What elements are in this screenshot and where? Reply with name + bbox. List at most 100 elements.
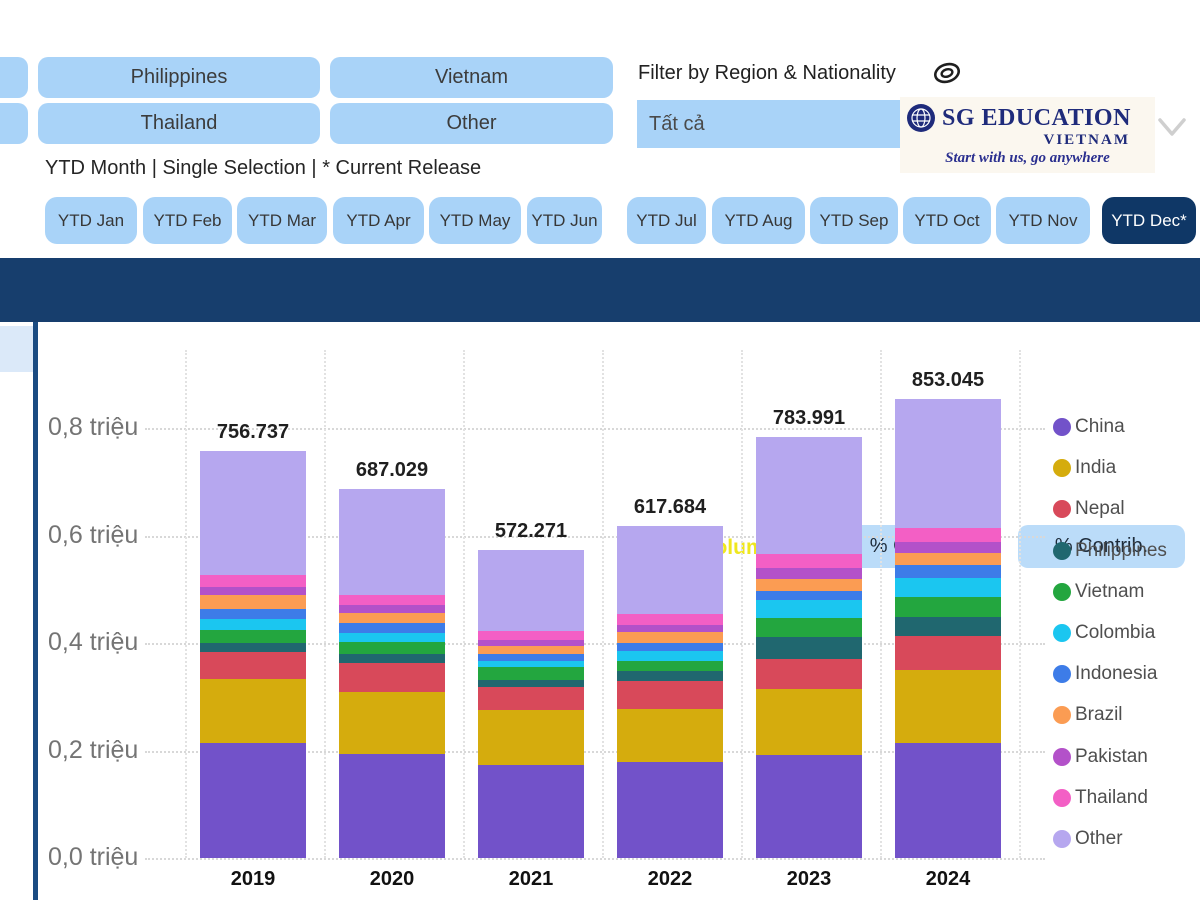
bar-segment-vietnam-2019[interactable]	[200, 629, 306, 643]
bar-segment-colombia-2024[interactable]	[895, 578, 1001, 597]
region-button-vietnam[interactable]: Vietnam	[330, 57, 613, 98]
month-button-ytd-jun[interactable]: YTD Jun	[527, 197, 602, 244]
bar-segment-pakistan-2022[interactable]	[617, 625, 723, 632]
bar-segment-other-2024[interactable]	[895, 399, 1001, 529]
bar-segment-other-2019[interactable]	[200, 451, 306, 576]
bar-segment-china-2024[interactable]	[895, 742, 1001, 858]
bar-segment-china-2021[interactable]	[478, 765, 584, 858]
month-button-ytd-dec[interactable]: YTD Dec*	[1102, 197, 1196, 244]
bar-segment-philippines-2023[interactable]	[756, 637, 862, 660]
legend-item-colombia[interactable]: Colombia	[1053, 621, 1155, 645]
bar-segment-philippines-2020[interactable]	[339, 653, 445, 663]
bar-segment-colombia-2021[interactable]	[478, 661, 584, 668]
logo-name: SG EDUCATION	[942, 105, 1131, 131]
bar-segment-india-2020[interactable]	[339, 692, 445, 755]
bar-segment-india-2024[interactable]	[895, 670, 1001, 743]
legend-item-pakistan[interactable]: Pakistan	[1053, 745, 1148, 769]
bar-segment-nepal-2024[interactable]	[895, 636, 1001, 671]
bar-segment-thailand-2023[interactable]	[756, 553, 862, 568]
bar-segment-indonesia-2019[interactable]	[200, 609, 306, 620]
bar-segment-vietnam-2020[interactable]	[339, 642, 445, 654]
bar-segment-philippines-2019[interactable]	[200, 642, 306, 653]
bar-segment-pakistan-2024[interactable]	[895, 541, 1001, 553]
bar-segment-indonesia-2020[interactable]	[339, 622, 445, 633]
bar-segment-other-2023[interactable]	[756, 436, 862, 554]
legend-item-philippines[interactable]: Philippines	[1053, 539, 1167, 563]
bar-segment-pakistan-2020[interactable]	[339, 604, 445, 613]
month-button-ytd-sep[interactable]: YTD Sep	[810, 197, 898, 244]
region-button-thailand[interactable]: Thailand	[38, 103, 320, 144]
region-button-edge-1[interactable]	[0, 57, 28, 98]
legend-item-brazil[interactable]: Brazil	[1053, 703, 1123, 727]
bar-segment-vietnam-2021[interactable]	[478, 667, 584, 680]
bar-segment-nepal-2020[interactable]	[339, 662, 445, 693]
bar-segment-philippines-2021[interactable]	[478, 679, 584, 688]
bar-segment-thailand-2020[interactable]	[339, 595, 445, 605]
bar-segment-brazil-2020[interactable]	[339, 612, 445, 623]
bar-segment-indonesia-2021[interactable]	[478, 653, 584, 662]
bar-segment-brazil-2023[interactable]	[756, 579, 862, 591]
legend-item-nepal[interactable]: Nepal	[1053, 497, 1125, 521]
v-gridline	[462, 350, 465, 858]
bar-segment-vietnam-2022[interactable]	[617, 661, 723, 672]
bar-segment-colombia-2023[interactable]	[756, 600, 862, 618]
bar-segment-other-2021[interactable]	[478, 550, 584, 631]
bar-segment-thailand-2024[interactable]	[895, 528, 1001, 542]
bar-segment-pakistan-2023[interactable]	[756, 567, 862, 580]
bar-segment-india-2023[interactable]	[756, 688, 862, 756]
bar-segment-thailand-2022[interactable]	[617, 613, 723, 626]
bar-segment-brazil-2024[interactable]	[895, 552, 1001, 566]
bar-segment-india-2019[interactable]	[200, 679, 306, 743]
month-button-ytd-oct[interactable]: YTD Oct	[903, 197, 991, 244]
month-button-ytd-jul[interactable]: YTD Jul	[627, 197, 706, 244]
region-button-philippines[interactable]: Philippines	[38, 57, 320, 98]
bar-segment-indonesia-2023[interactable]	[756, 590, 862, 601]
bar-segment-indonesia-2024[interactable]	[895, 565, 1001, 579]
bar-segment-pakistan-2019[interactable]	[200, 586, 306, 596]
bar-segment-nepal-2019[interactable]	[200, 652, 306, 680]
bar-segment-philippines-2024[interactable]	[895, 616, 1001, 637]
month-button-ytd-aug[interactable]: YTD Aug	[712, 197, 805, 244]
bar-segment-indonesia-2022[interactable]	[617, 642, 723, 651]
bar-segment-colombia-2020[interactable]	[339, 632, 445, 643]
month-button-ytd-feb[interactable]: YTD Feb	[143, 197, 232, 244]
region-button-edge-2[interactable]	[0, 103, 28, 144]
bar-segment-nepal-2022[interactable]	[617, 681, 723, 709]
bar-segment-brazil-2019[interactable]	[200, 595, 306, 610]
bar-segment-brazil-2022[interactable]	[617, 631, 723, 643]
bar-segment-china-2020[interactable]	[339, 754, 445, 858]
legend-item-vietnam[interactable]: Vietnam	[1053, 580, 1144, 604]
month-button-ytd-apr[interactable]: YTD Apr	[333, 197, 424, 244]
legend-item-other[interactable]: Other	[1053, 827, 1123, 851]
bar-segment-thailand-2021[interactable]	[478, 630, 584, 640]
bar-segment-nepal-2023[interactable]	[756, 659, 862, 689]
bar-segment-other-2020[interactable]	[339, 488, 445, 596]
bar-segment-pakistan-2021[interactable]	[478, 639, 584, 647]
nationality-dropdown[interactable]: Tất cả	[637, 100, 900, 148]
chevron-down-icon[interactable]	[1152, 108, 1192, 149]
bar-segment-india-2022[interactable]	[617, 709, 723, 762]
month-button-ytd-jan[interactable]: YTD Jan	[45, 197, 137, 244]
bar-segment-china-2022[interactable]	[617, 761, 723, 858]
month-button-ytd-may[interactable]: YTD May	[429, 197, 521, 244]
month-button-ytd-nov[interactable]: YTD Nov	[996, 197, 1090, 244]
bar-segment-vietnam-2023[interactable]	[756, 617, 862, 638]
legend-item-india[interactable]: India	[1053, 456, 1116, 480]
bar-segment-india-2021[interactable]	[478, 709, 584, 766]
bar-segment-china-2019[interactable]	[200, 742, 306, 858]
eraser-clear-filter-icon[interactable]	[932, 59, 962, 92]
bar-segment-philippines-2022[interactable]	[617, 671, 723, 682]
bar-segment-other-2022[interactable]	[617, 525, 723, 614]
legend-item-china[interactable]: China	[1053, 415, 1125, 439]
bar-segment-thailand-2019[interactable]	[200, 575, 306, 587]
legend-item-thailand[interactable]: Thailand	[1053, 786, 1148, 810]
bar-segment-brazil-2021[interactable]	[478, 646, 584, 654]
bar-segment-vietnam-2024[interactable]	[895, 596, 1001, 617]
legend-item-indonesia[interactable]: Indonesia	[1053, 662, 1157, 686]
bar-segment-nepal-2021[interactable]	[478, 687, 584, 710]
month-button-ytd-mar[interactable]: YTD Mar	[237, 197, 327, 244]
region-button-other[interactable]: Other	[330, 103, 613, 144]
bar-segment-colombia-2019[interactable]	[200, 619, 306, 630]
bar-segment-colombia-2022[interactable]	[617, 650, 723, 662]
bar-segment-china-2023[interactable]	[756, 755, 862, 858]
